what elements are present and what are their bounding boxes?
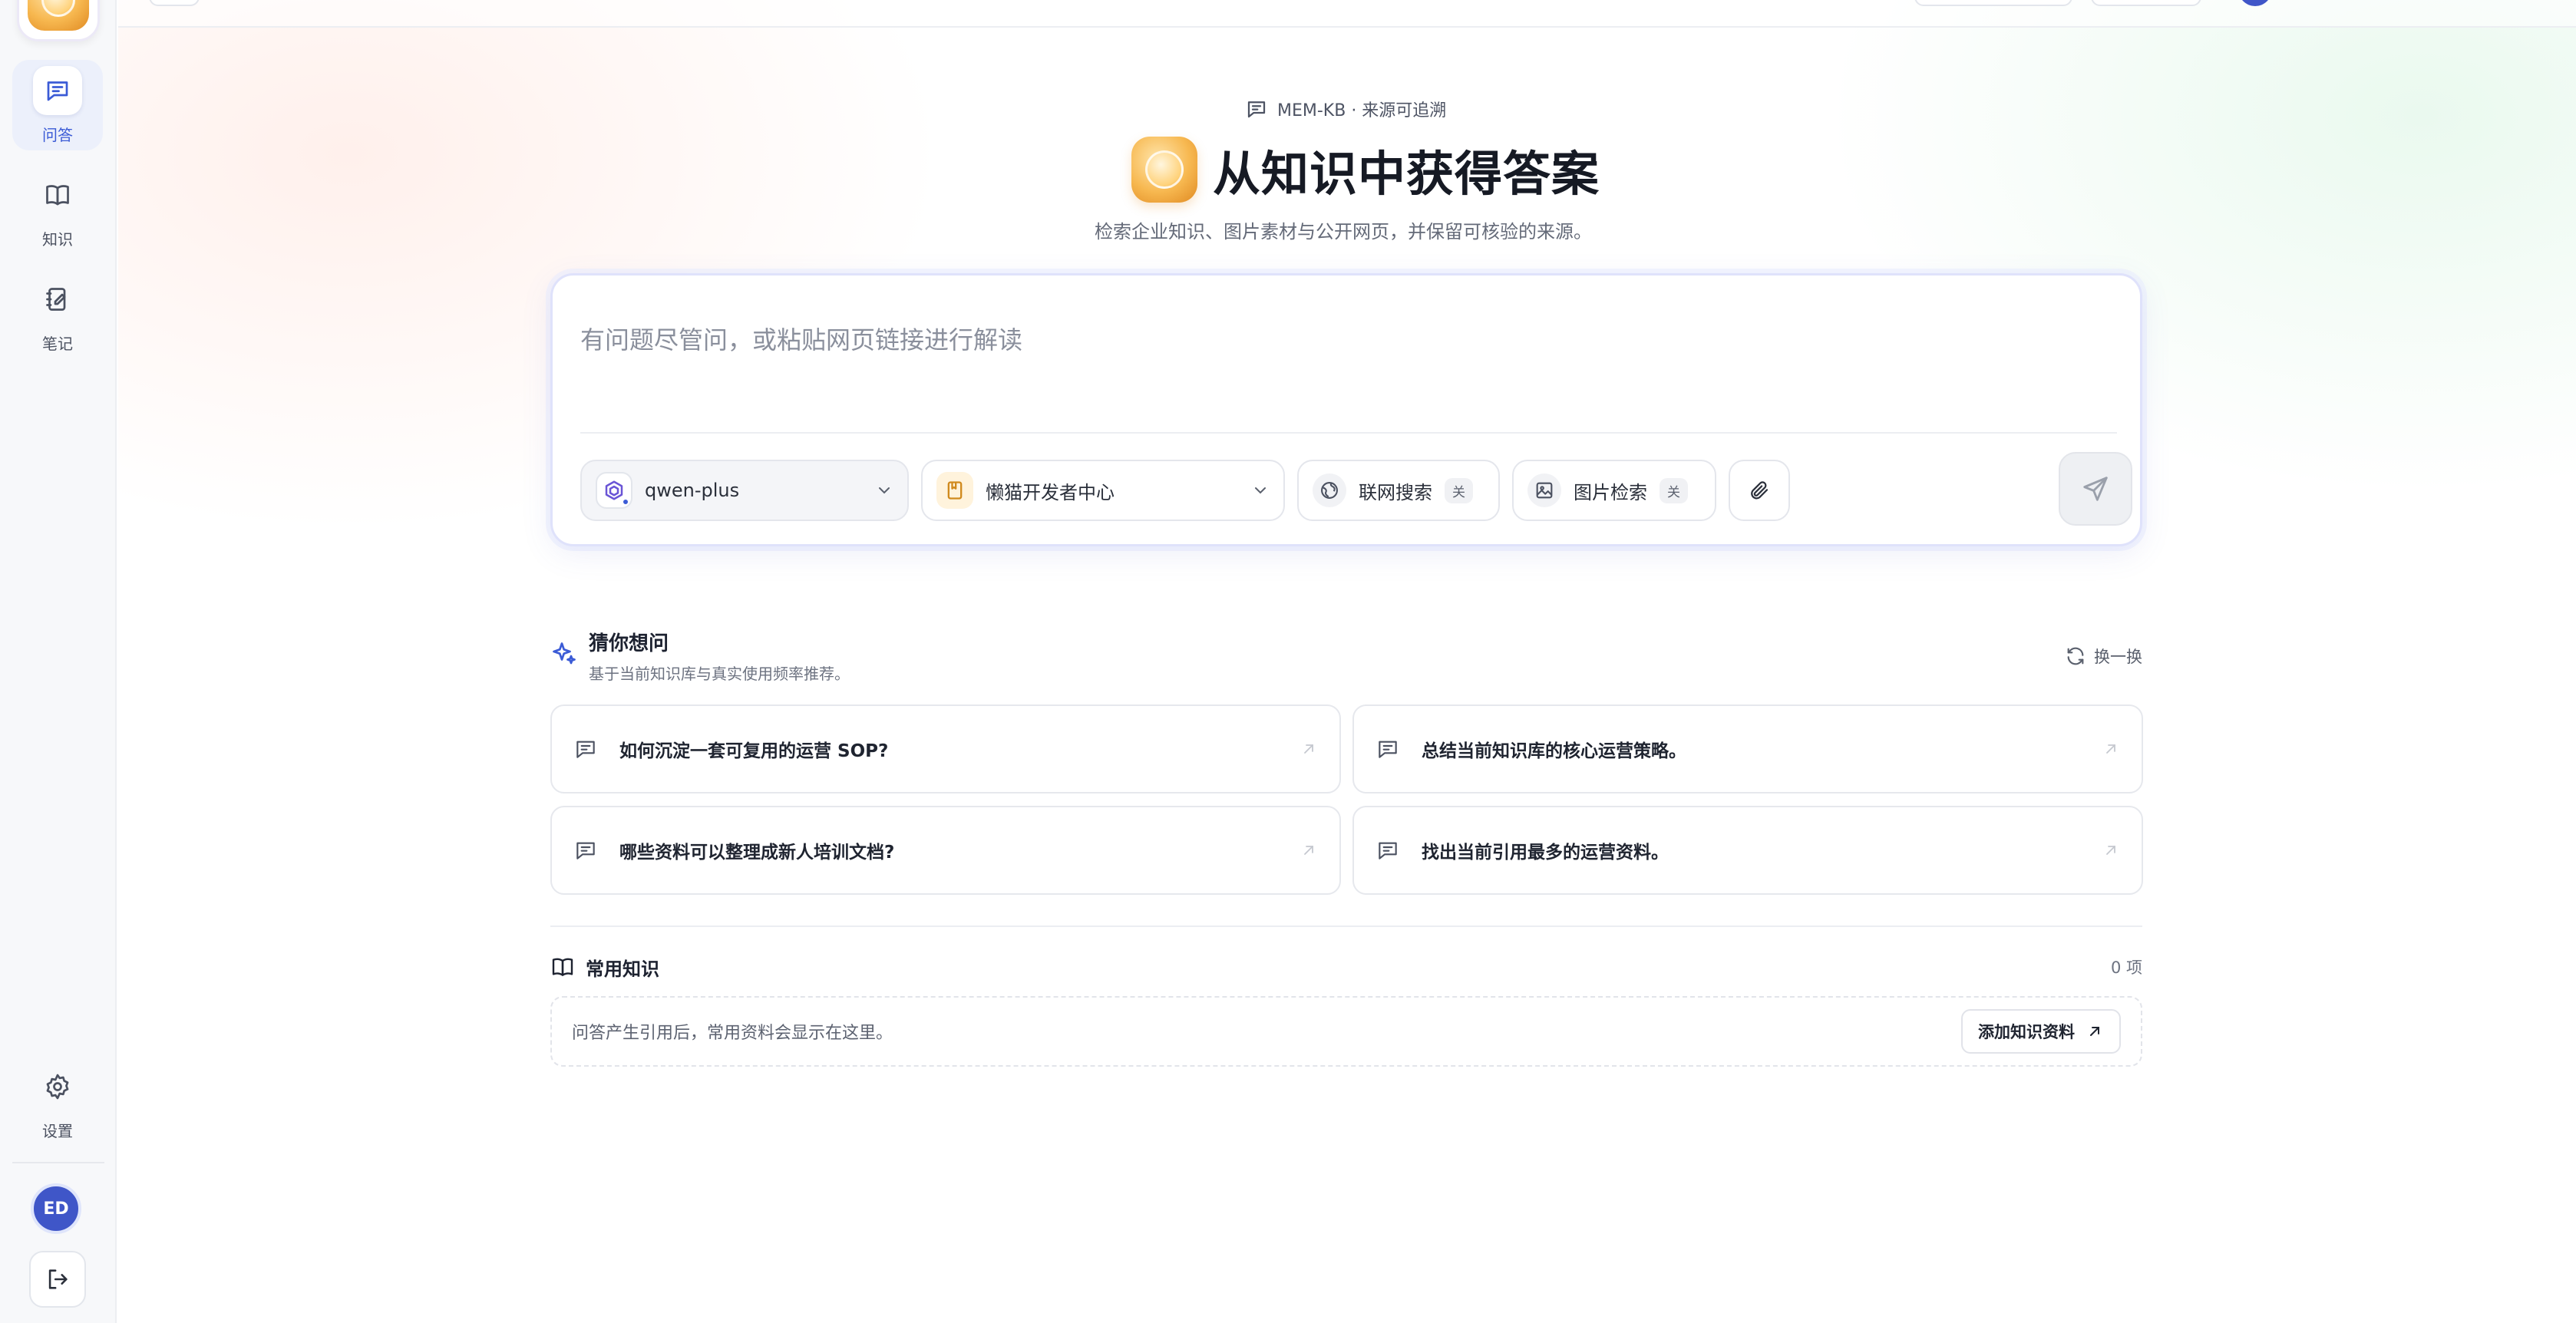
arrow-up-right-icon [2106, 744, 2115, 754]
suggested-question-text: 找出当前引用最多的运营资料。 [1422, 843, 1669, 863]
topbar [118, 0, 2576, 28]
model-name: qwen-plus [645, 480, 740, 501]
refresh-label: 换一换 [2094, 648, 2142, 666]
chat-icon [1379, 741, 1397, 758]
chat-icon [1247, 101, 1266, 118]
topbar-avatar[interactable] [2238, 0, 2272, 6]
common-knowledge-empty: 问答产生引用后，常用资料会显示在这里。 添加知识资料 [550, 996, 2142, 1067]
sidebar-item-settings[interactable]: 设置 [12, 1056, 103, 1146]
suggested-question[interactable]: 如何沉淀一套可复用的运营 SOP? [550, 704, 1341, 793]
arrow-up-right-icon [1304, 846, 1313, 855]
add-knowledge-button[interactable]: 添加知识资料 [1961, 1009, 2121, 1054]
sidebar-item-knowledge[interactable]: 知识 [12, 164, 103, 255]
brand-logo[interactable] [17, 0, 100, 41]
image-search-label: 图片检索 [1574, 481, 1647, 503]
suggested-question[interactable]: 总结当前知识库的核心运营策略。 [1352, 704, 2143, 793]
hero-tag: MEM-KB · 来源可追溯 [1245, 97, 1446, 121]
suggestions-subtitle: 基于当前知识库与真实使用频率推荐。 [589, 665, 850, 683]
chat-icon [576, 741, 595, 758]
refresh-icon [2067, 647, 2084, 665]
search-card: qwen-plus 懒猫开发者中心 联网搜索 [550, 273, 2142, 546]
image-icon [1527, 473, 1561, 507]
arrow-up-right-icon [2106, 846, 2115, 855]
chat-icon [576, 842, 595, 859]
attach-button[interactable] [1729, 460, 1790, 521]
send-icon [2083, 477, 2108, 501]
section-divider [550, 925, 2142, 927]
notebook-icon [33, 275, 82, 324]
chat-icon [33, 65, 82, 115]
app-root: 问答 知识 笔记 设置 ED MEM-KB · 来源可追溯 从知识中获得答案 检… [0, 0, 2576, 1323]
add-knowledge-label: 添加知识资料 [1978, 1023, 2075, 1041]
sidebar-item-label: 问答 [42, 125, 73, 144]
empty-state-text: 问答产生引用后，常用资料会显示在这里。 [572, 1024, 893, 1043]
sidebar-item-label: 知识 [42, 229, 73, 249]
avatar[interactable]: ED [31, 1183, 81, 1234]
sidebar-divider [12, 1162, 104, 1163]
model-logo-icon [596, 472, 632, 509]
send-button[interactable] [2059, 452, 2132, 526]
book-icon [552, 958, 573, 976]
sidebar-item-label: 笔记 [42, 334, 73, 353]
hero-subtitle-text: 检索企业知识、图片素材与公开网页，并保留可核验的来源。 [1095, 221, 1592, 242]
suggested-question-text: 总结当前知识库的核心运营策略。 [1422, 741, 1686, 761]
sidebar-item-qa[interactable]: 问答 [12, 60, 103, 150]
topbar-button[interactable] [2091, 0, 2201, 6]
arrow-up-right-icon [1304, 744, 1313, 754]
suggested-question[interactable]: 找出当前引用最多的运营资料。 [1352, 806, 2143, 895]
sparkle-icon [553, 642, 576, 665]
book-icon [33, 170, 82, 219]
arrow-up-right-icon [2090, 1027, 2099, 1036]
search-input[interactable] [580, 309, 2108, 371]
gear-icon [33, 1062, 82, 1111]
search-divider [580, 432, 2117, 434]
kb-book-icon [936, 472, 973, 509]
common-knowledge-title: 常用知识 [586, 958, 659, 980]
knowledge-base-name: 懒猫开发者中心 [986, 481, 1115, 503]
knowledge-base-selector[interactable]: 懒猫开发者中心 [921, 460, 1285, 521]
hero-tag-text: MEM-KB · 来源可追溯 [1277, 101, 1447, 120]
hero-subtitle: 检索企业知识、图片素材与公开网页，并保留可核验的来源。 [118, 216, 2576, 243]
chat-icon [1379, 842, 1397, 859]
sidebar-item-label: 设置 [42, 1121, 73, 1140]
logout-button[interactable] [29, 1251, 86, 1308]
suggestions-header: 猜你想问 基于当前知识库与真实使用频率推荐。 换一换 [550, 625, 2142, 686]
web-search-state: 关 [1445, 477, 1473, 503]
sidebar-item-notes[interactable]: 笔记 [12, 269, 103, 359]
model-selector[interactable]: qwen-plus [580, 460, 909, 521]
logout-icon [48, 1269, 68, 1289]
globe-icon [1313, 473, 1346, 507]
image-search-toggle[interactable]: 图片检索 关 [1512, 460, 1716, 521]
sidebar: 问答 知识 笔记 设置 ED [0, 0, 117, 1323]
refresh-button[interactable]: 换一换 [2065, 645, 2142, 668]
suggested-question-text: 哪些资料可以整理成新人培训文档? [619, 843, 895, 863]
common-knowledge-count: 0 项 [2110, 958, 2142, 977]
brand-coin-icon [28, 0, 89, 31]
status-dot [622, 498, 629, 506]
topbar-left-button[interactable] [149, 0, 200, 6]
common-knowledge-header: 常用知识 0 项 [550, 952, 2142, 982]
main-area: MEM-KB · 来源可追溯 从知识中获得答案 检索企业知识、图片素材与公开网页… [118, 0, 2576, 1323]
web-search-toggle[interactable]: 联网搜索 关 [1297, 460, 1500, 521]
chevron-down-icon [1255, 487, 1266, 494]
paperclip-icon [1751, 481, 1769, 500]
web-search-label: 联网搜索 [1359, 481, 1432, 503]
suggestions-title: 猜你想问 [589, 632, 669, 655]
image-search-state: 关 [1660, 477, 1688, 503]
topbar-button[interactable] [1914, 0, 2072, 6]
page-title: 从知识中获得答案 [1213, 146, 1600, 202]
brand-coin-icon [1131, 137, 1197, 203]
chevron-down-icon [879, 487, 890, 494]
suggested-question-text: 如何沉淀一套可复用的运营 SOP? [619, 741, 889, 761]
hero-title-row: 从知识中获得答案 [1131, 135, 1600, 204]
suggested-question[interactable]: 哪些资料可以整理成新人培训文档? [550, 806, 1341, 895]
